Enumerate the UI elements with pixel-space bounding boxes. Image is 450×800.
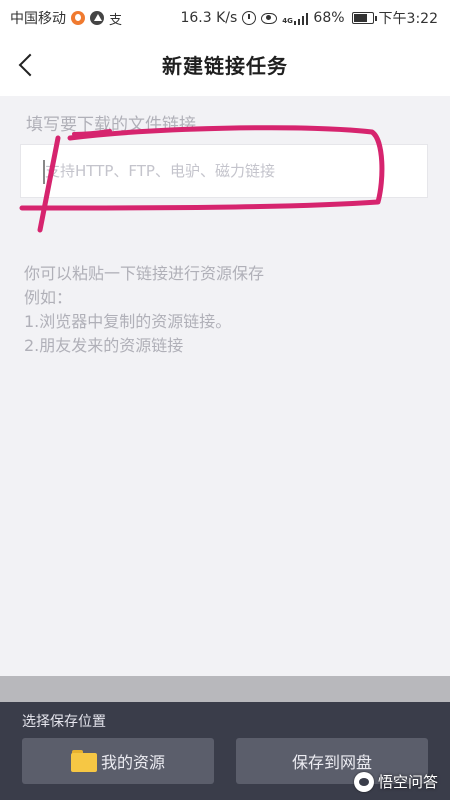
signal-icon: 4G: [282, 12, 309, 25]
content-area: 填写要下载的文件链接 你可以粘贴一下链接进行资源保存 例如： 1.浏览器中复制的…: [0, 96, 450, 676]
page-title: 新建链接任务: [162, 54, 288, 78]
status-left: 中国移动 支: [10, 8, 122, 28]
signal-bars: [293, 12, 309, 25]
app-notification-icon: [71, 11, 85, 25]
my-resources-label: 我的资源: [100, 753, 165, 772]
hint-line: 你可以粘贴一下链接进行资源保存: [24, 264, 265, 283]
carrier-label: 中国移动: [10, 11, 66, 27]
eye-comfort-icon: [261, 12, 278, 24]
net-speed: 16.3 K/s: [180, 10, 238, 26]
hint-line: 1.浏览器中复制的资源链接。: [24, 312, 232, 331]
watermark: 悟空问答: [353, 771, 438, 792]
wukong-logo-icon: [353, 771, 374, 792]
hint-line: 2.朋友发来的资源链接: [24, 336, 184, 355]
url-field-label: 填写要下载的文件链接: [26, 115, 196, 135]
watermark-text: 悟空问答: [377, 773, 438, 791]
url-input[interactable]: [21, 145, 427, 197]
clock: 下午3:22: [378, 11, 438, 27]
status-bar: 中国移动 支 16.3 K/s 4G 68% 下午3:22: [0, 0, 450, 34]
save-to-netdisk-label: 保存到网盘: [291, 753, 372, 772]
network-type: 4G: [282, 16, 293, 25]
app-header: 新建链接任务: [0, 34, 450, 96]
overlay-strip: [0, 676, 450, 702]
hint-line: 例如：: [24, 288, 73, 307]
hint-block: 你可以粘贴一下链接进行资源保存 例如： 1.浏览器中复制的资源链接。 2.朋友发…: [24, 262, 264, 358]
battery-fill: [353, 14, 368, 22]
status-right: 16.3 K/s 4G 68% 下午3:22: [180, 8, 438, 28]
folder-icon: [70, 750, 97, 772]
battery-percent: 68%: [313, 10, 345, 26]
alipay-icon: 支: [109, 12, 123, 28]
alarm-icon: [242, 11, 257, 25]
save-location-label: 选择保存位置: [22, 714, 106, 730]
url-input-container[interactable]: [20, 144, 428, 198]
my-resources-button[interactable]: 我的资源: [22, 738, 214, 784]
battery-icon: [351, 12, 377, 24]
navigation-icon: [90, 11, 104, 25]
